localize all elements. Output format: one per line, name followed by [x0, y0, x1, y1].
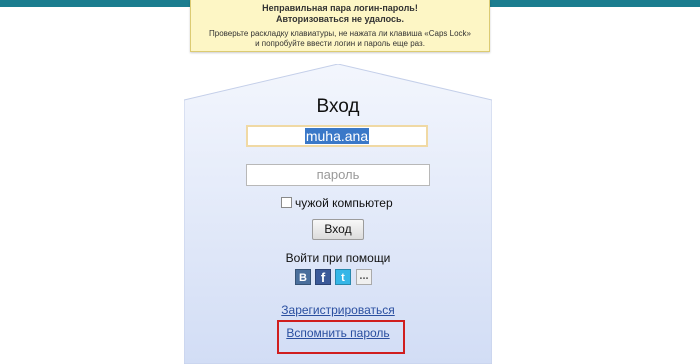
login-title: Вход: [316, 96, 360, 117]
foreign-computer-option[interactable]: чужой компьютер: [281, 196, 393, 210]
social-login-label: Войти при помощи: [285, 251, 391, 265]
foreign-computer-label: чужой компьютер: [295, 196, 393, 210]
login-button[interactable]: Вход: [312, 219, 364, 240]
error-subtitle: Авторизоваться не удалось.: [275, 14, 405, 24]
facebook-icon[interactable]: f: [315, 269, 331, 285]
vk-icon[interactable]: В: [295, 269, 311, 285]
error-message-box: Неправильная пара логин-пароль! Авторизо…: [190, 0, 490, 52]
password-input[interactable]: пароль: [246, 164, 430, 186]
more-icon[interactable]: ...: [356, 269, 372, 285]
login-input-value: muha.ana: [304, 128, 370, 144]
login-input[interactable]: muha.ana: [246, 125, 428, 147]
error-hint-line-1: Проверьте раскладку клавиатуры, не нажат…: [209, 29, 471, 38]
error-title: Неправильная пара логин-пароль!: [262, 3, 418, 13]
remind-password-link[interactable]: Вспомнить пароль: [184, 326, 492, 340]
register-link[interactable]: Зарегистрироваться: [184, 303, 492, 317]
twitter-icon[interactable]: t: [335, 269, 351, 285]
foreign-computer-checkbox[interactable]: [281, 197, 292, 208]
error-hint-line-2: и попробуйте ввести логин и пароль еще р…: [255, 39, 425, 48]
